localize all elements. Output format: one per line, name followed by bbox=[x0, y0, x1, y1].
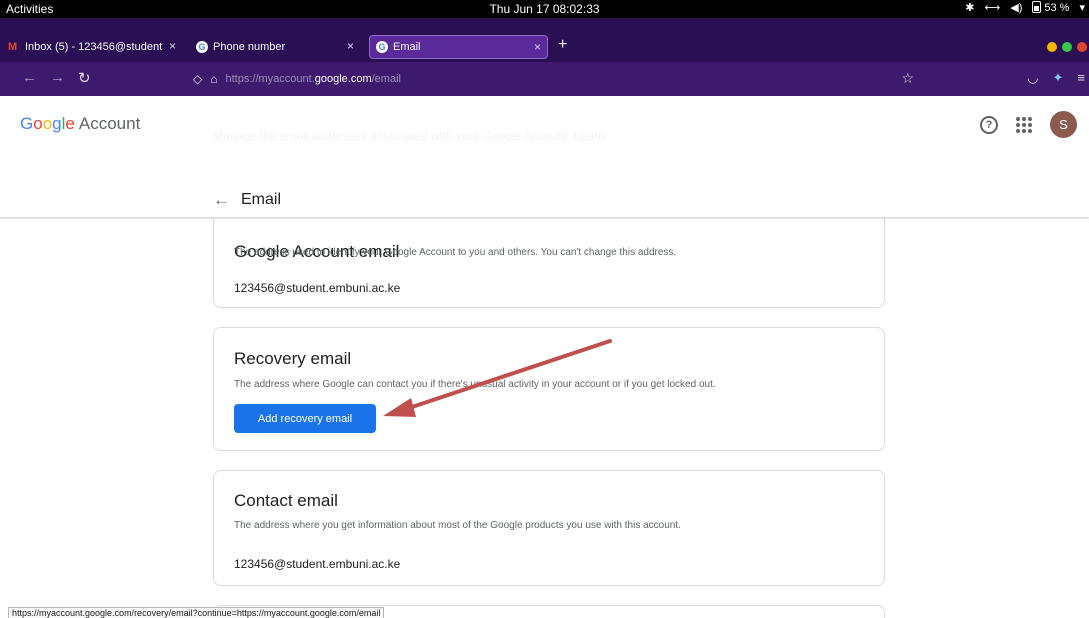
maximize-dot-icon[interactable] bbox=[1062, 42, 1072, 52]
google-account-header: Google Account Manage the email addresses… bbox=[0, 96, 1089, 218]
google-icon: G bbox=[196, 41, 208, 53]
battery-status: 53 % bbox=[1032, 1, 1069, 14]
recovery-email-card: Recovery email The address where Google … bbox=[213, 327, 885, 451]
page-title: Email bbox=[241, 191, 282, 208]
url-text[interactable]: https://myaccount.google.com/email bbox=[225, 73, 400, 85]
pocket-icon[interactable]: ◡ bbox=[1027, 70, 1038, 86]
menu-icon[interactable]: ≡ bbox=[1077, 70, 1085, 86]
bluetooth-icon: ✱ bbox=[965, 2, 975, 14]
tab-inbox[interactable]: M Inbox (5) - 123456@student.embuni.ac.k… bbox=[8, 35, 182, 59]
system-top-bar: Activities Thu Jun 17 08:02:33 ✱ ⟷ ◀) 53… bbox=[0, 0, 1089, 18]
close-tab-icon[interactable]: × bbox=[347, 39, 354, 53]
browser-nav-bar: ← → ↻ ◇ ⌂ https://myaccount.google.com/e… bbox=[0, 62, 1089, 96]
google-icon: G bbox=[376, 41, 388, 53]
address-bar[interactable]: ◇ ⌂ https://myaccount.google.com/email ☆ bbox=[188, 67, 922, 91]
lock-icon[interactable]: ⌂ bbox=[210, 72, 217, 86]
window-controls bbox=[1047, 42, 1087, 52]
close-dot-icon[interactable] bbox=[1077, 42, 1087, 52]
tab-title: Email bbox=[393, 41, 421, 53]
reload-icon[interactable]: ↻ bbox=[78, 69, 91, 87]
link-status-tooltip: https://myaccount.google.com/recovery/em… bbox=[8, 607, 385, 618]
google-apps-icon[interactable] bbox=[1016, 116, 1032, 133]
header-subtitle-faded: Manage the email addresses associated wi… bbox=[213, 129, 605, 143]
bookmark-star-icon[interactable]: ☆ bbox=[901, 70, 914, 87]
contact-email-address: 123456@student.embuni.ac.ke bbox=[234, 557, 401, 571]
account-email-address: 123456@student.embuni.ac.ke bbox=[234, 281, 401, 295]
tab-title: Inbox (5) - 123456@student.embuni.ac.ke bbox=[25, 41, 163, 53]
minimize-dot-icon[interactable] bbox=[1047, 42, 1057, 52]
network-icon: ⟷ bbox=[984, 2, 1001, 14]
page-title-row: ← Email bbox=[213, 190, 281, 210]
card-description: The address used to identify your Google… bbox=[234, 247, 677, 258]
help-icon[interactable]: ? bbox=[980, 115, 998, 134]
card-description: The address where Google can contact you… bbox=[234, 379, 716, 390]
volume-icon: ◀) bbox=[1010, 2, 1023, 14]
header-actions: ? S bbox=[980, 111, 1077, 138]
toolbar-extensions: ◡ ✦ ≡ bbox=[1027, 70, 1085, 86]
tab-title: Phone number bbox=[213, 41, 286, 53]
battery-icon bbox=[1032, 1, 1042, 13]
contact-email-card: Contact email The address where you get … bbox=[213, 470, 885, 586]
tray-dropdown-icon: ▾ bbox=[1079, 2, 1085, 14]
back-arrow-icon[interactable]: ← bbox=[213, 190, 230, 210]
tab-email[interactable]: G Email × bbox=[369, 35, 548, 59]
battery-percent: 53 % bbox=[1044, 2, 1070, 14]
card-description: The address where you get information ab… bbox=[234, 520, 681, 531]
close-tab-icon[interactable]: × bbox=[534, 40, 541, 54]
extension-icon[interactable]: ✦ bbox=[1053, 70, 1064, 86]
new-tab-icon[interactable]: + bbox=[558, 36, 567, 54]
gmail-icon: M bbox=[8, 41, 18, 53]
forward-nav-icon[interactable]: → bbox=[50, 69, 65, 86]
add-recovery-email-button[interactable]: Add recovery email bbox=[234, 404, 376, 433]
avatar[interactable]: S bbox=[1050, 111, 1077, 138]
screen: Activities Thu Jun 17 08:02:33 ✱ ⟷ ◀) 53… bbox=[0, 0, 1089, 618]
system-clock[interactable]: Thu Jun 17 08:02:33 bbox=[0, 2, 1089, 16]
card-title: Recovery email bbox=[234, 349, 352, 368]
back-nav-icon[interactable]: ← bbox=[22, 69, 37, 86]
system-tray[interactable]: ✱ ⟷ ◀) 53 % ▾ bbox=[965, 1, 1085, 14]
card-title: Contact email bbox=[234, 491, 338, 510]
tab-phone-number[interactable]: G Phone number × bbox=[196, 35, 360, 59]
tracking-shield-icon[interactable]: ◇ bbox=[193, 72, 202, 86]
close-tab-icon[interactable]: × bbox=[169, 39, 176, 53]
browser-tab-strip: M Inbox (5) - 123456@student.embuni.ac.k… bbox=[0, 18, 1089, 62]
google-account-logo[interactable]: Google Account bbox=[20, 114, 140, 134]
